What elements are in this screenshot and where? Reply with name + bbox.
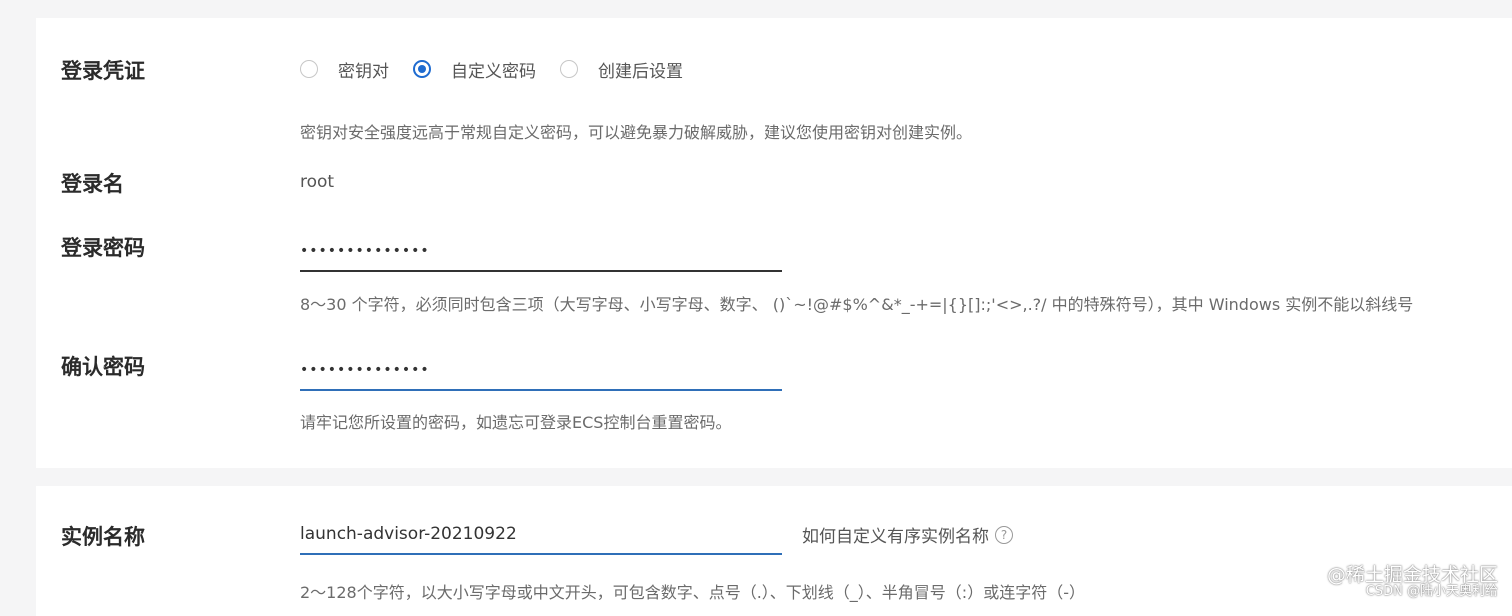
instance-name-hint: 2～128个字符，以大小写字母或中文开头，可包含数字、点号（.）、下划线（_）、… bbox=[300, 583, 1085, 602]
login-password-input[interactable] bbox=[300, 232, 782, 270]
login-password-hint: 8～30 个字符，必须同时包含三项（大写字母、小写字母、数字、 ()`~!@#$… bbox=[300, 295, 1414, 314]
watermark-csdn: CSDN @陆小天奥利给 bbox=[1365, 584, 1498, 599]
confirm-password-label: 确认密码 bbox=[61, 355, 145, 379]
radio-set-after-creation[interactable]: 创建后设置 bbox=[560, 57, 707, 82]
instance-name-field[interactable] bbox=[300, 515, 782, 555]
radio-unchecked-icon bbox=[560, 60, 578, 78]
login-password-field[interactable] bbox=[300, 232, 782, 272]
radio-custom-password-label: 自定义密码 bbox=[451, 61, 536, 82]
radio-set-after-creation-label: 创建后设置 bbox=[598, 61, 683, 82]
radio-unchecked-icon bbox=[300, 60, 318, 78]
confirm-password-hint: 请牢记您所设置的密码，如遗忘可登录ECS控制台重置密码。 bbox=[300, 413, 732, 432]
confirm-password-field[interactable] bbox=[300, 351, 782, 391]
instance-name-help[interactable]: 如何自定义有序实例名称 ? bbox=[802, 522, 1013, 547]
login-password-label: 登录密码 bbox=[61, 236, 145, 260]
radio-checked-icon bbox=[413, 60, 431, 78]
radio-key-pair[interactable]: 密钥对 bbox=[300, 57, 413, 82]
confirm-password-input[interactable] bbox=[300, 351, 782, 389]
login-name-label: 登录名 bbox=[61, 172, 124, 196]
instance-name-help-link[interactable]: 如何自定义有序实例名称 bbox=[802, 522, 989, 547]
login-name-value: root bbox=[300, 172, 335, 192]
login-credential-hint: 密钥对安全强度远高于常规自定义密码，可以避免暴力破解威胁，建议您使用密钥对创建实… bbox=[300, 123, 973, 142]
instance-name-input[interactable] bbox=[300, 515, 782, 553]
radio-custom-password[interactable]: 自定义密码 bbox=[413, 57, 560, 82]
login-credential-label: 登录凭证 bbox=[61, 59, 145, 83]
radio-key-pair-label: 密钥对 bbox=[338, 61, 389, 82]
question-icon[interactable]: ? bbox=[995, 525, 1013, 544]
login-credential-radio-group: 密钥对 自定义密码 创建后设置 bbox=[300, 57, 707, 82]
instance-name-label: 实例名称 bbox=[61, 525, 145, 549]
